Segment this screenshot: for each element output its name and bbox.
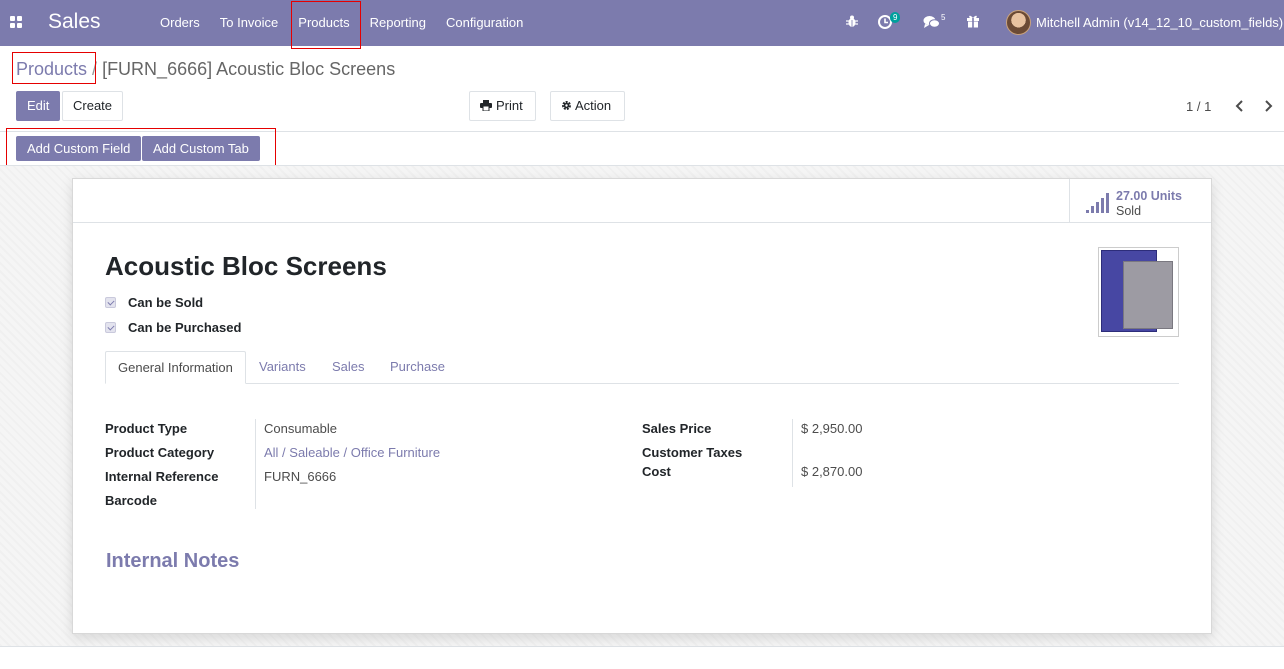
- menu-to-invoice[interactable]: To Invoice: [210, 0, 289, 46]
- cost-value: $ 2,870.00: [801, 464, 863, 479]
- gear-icon: [562, 101, 571, 110]
- pager-value[interactable]: 1 / 1: [1186, 99, 1211, 114]
- edit-button[interactable]: Edit: [16, 91, 61, 121]
- can-be-sold-row: Can be Sold: [105, 295, 203, 310]
- tab-general-information[interactable]: General Information: [105, 351, 246, 384]
- menu-orders[interactable]: Orders: [150, 0, 210, 46]
- form-sheet: 27.00 Units Sold Acoustic Bloc Screens C…: [72, 178, 1212, 634]
- tab-purchase[interactable]: Purchase: [378, 351, 457, 384]
- create-button[interactable]: Create: [62, 91, 124, 121]
- barcode-label: Barcode: [105, 493, 158, 508]
- product-type-value: Consumable: [264, 421, 337, 436]
- breadcrumb-products-link[interactable]: Products: [16, 59, 87, 79]
- menu-products[interactable]: Products: [288, 0, 359, 46]
- pager-previous-icon[interactable]: [1235, 100, 1245, 112]
- menu-configuration[interactable]: Configuration: [436, 0, 533, 46]
- breadcrumb-separator: /: [92, 59, 98, 79]
- avatar[interactable]: [1006, 10, 1031, 35]
- bottom-divider: [0, 646, 1284, 647]
- internal-notes-title: Internal Notes: [106, 550, 240, 572]
- internal-reference-label: Internal Reference: [105, 469, 219, 484]
- product-image-front-panel: [1123, 261, 1173, 329]
- right-group-separator: [792, 419, 793, 487]
- bug-icon[interactable]: [846, 15, 858, 28]
- bar-chart-icon: [1086, 191, 1109, 213]
- smart-button-box: 27.00 Units Sold: [73, 179, 1211, 223]
- customer-taxes-label: Customer Taxes: [642, 445, 743, 460]
- can-be-sold-label: Can be Sold: [128, 295, 204, 310]
- activity-count-badge: 9: [890, 12, 901, 23]
- top-navbar: Sales Orders To Invoice Products Reporti…: [0, 0, 1284, 46]
- product-name: Acoustic Bloc Screens: [105, 251, 387, 281]
- gift-icon[interactable]: [966, 14, 980, 28]
- menu-reporting[interactable]: Reporting: [360, 0, 436, 46]
- action-button[interactable]: Action: [550, 91, 626, 121]
- breadcrumb-current: [FURN_6666] Acoustic Bloc Screens: [102, 59, 396, 79]
- product-category-link[interactable]: All / Saleable / Office Furniture: [264, 445, 440, 460]
- product-type-label: Product Type: [105, 421, 188, 436]
- can-be-purchased-label: Can be Purchased: [128, 320, 242, 335]
- add-custom-tab-button[interactable]: Add Custom Tab: [142, 136, 260, 161]
- app-name[interactable]: Sales: [48, 10, 101, 34]
- add-custom-field-button[interactable]: Add Custom Field: [16, 136, 142, 161]
- custom-fields-bar: Add Custom Field Add Custom Tab: [0, 132, 1284, 166]
- units-sold-value: 27.00 Units: [1116, 189, 1183, 203]
- breadcrumb: Products / [FURN_6666] Acoustic Bloc Scree…: [16, 59, 395, 80]
- units-sold-button[interactable]: 27.00 Units Sold: [1069, 179, 1211, 223]
- can-be-purchased-checkbox[interactable]: [105, 322, 116, 333]
- user-menu[interactable]: Mitchell Admin (v14_12_10_custom_fields): [1036, 15, 1283, 30]
- pager-next-icon[interactable]: [1263, 100, 1273, 112]
- sales-price-label: Sales Price: [642, 421, 712, 436]
- product-category-label: Product Category: [105, 445, 215, 460]
- internal-reference-value: FURN_6666: [264, 469, 337, 484]
- product-image[interactable]: [1098, 247, 1179, 337]
- form-tabs: General Information Variants Sales Purch…: [105, 351, 1179, 384]
- action-label: Action: [575, 98, 612, 113]
- left-group-separator: [255, 419, 256, 509]
- tab-sales[interactable]: Sales: [320, 351, 377, 384]
- units-sold-label: Sold: [1116, 204, 1142, 218]
- can-be-sold-checkbox[interactable]: [105, 297, 116, 308]
- apps-icon[interactable]: [10, 16, 22, 28]
- print-icon: [480, 100, 492, 112]
- print-button[interactable]: Print: [469, 91, 536, 121]
- sales-price-value: $ 2,950.00: [801, 421, 863, 436]
- message-count-badge: 5: [941, 13, 946, 22]
- can-be-purchased-row: Can be Purchased: [105, 320, 241, 335]
- cost-label: Cost: [642, 464, 671, 479]
- tab-variants[interactable]: Variants: [247, 351, 318, 384]
- print-label: Print: [496, 98, 523, 113]
- main-menu: Orders To Invoice Products Reporting Con…: [150, 0, 533, 46]
